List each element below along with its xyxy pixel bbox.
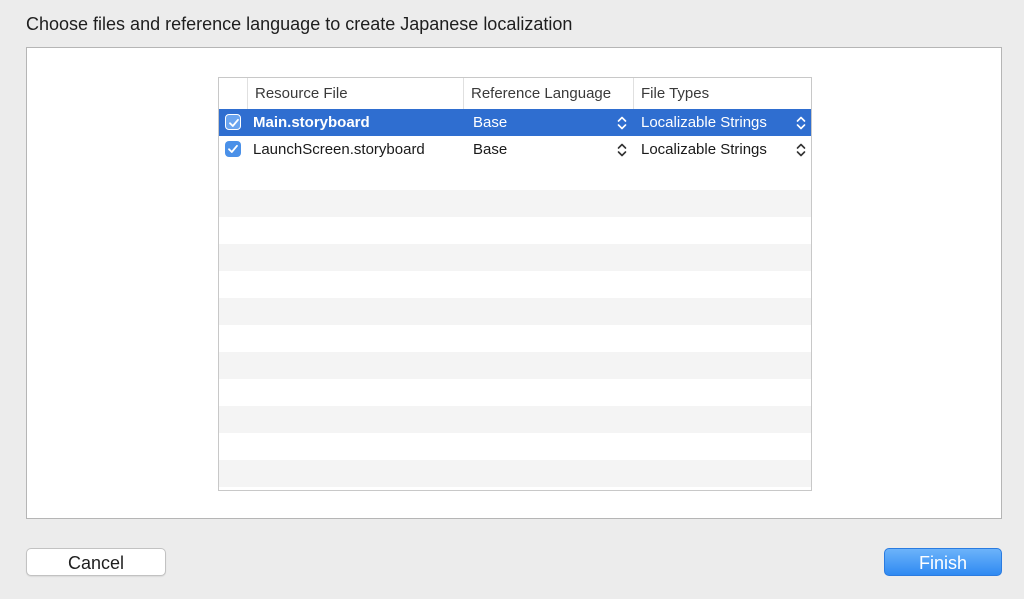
empty-row — [219, 406, 811, 433]
table-body: Main.storyboard Base Localizable Strings — [219, 109, 811, 490]
header-reference-language[interactable]: Reference Language — [463, 78, 633, 109]
empty-row — [219, 163, 811, 190]
up-down-chevron-icon[interactable] — [616, 115, 628, 131]
empty-row — [219, 379, 811, 406]
empty-row — [219, 325, 811, 352]
file-type-popup[interactable]: Localizable Strings — [641, 109, 767, 136]
reference-language-popup[interactable]: Base — [473, 109, 507, 136]
cancel-button[interactable]: Cancel — [26, 548, 166, 576]
empty-row — [219, 298, 811, 325]
file-type-popup[interactable]: Localizable Strings — [641, 136, 767, 163]
resource-file-name: Main.storyboard — [253, 114, 370, 131]
up-down-chevron-icon[interactable] — [616, 142, 628, 158]
empty-row — [219, 244, 811, 271]
checkmark-icon — [228, 144, 238, 153]
table-row[interactable]: Main.storyboard Base Localizable Strings — [219, 109, 811, 136]
include-checkbox[interactable] — [225, 114, 241, 130]
header-resource-file[interactable]: Resource File — [247, 78, 463, 109]
reference-language-popup[interactable]: Base — [473, 136, 507, 163]
up-down-chevron-icon[interactable] — [795, 142, 807, 158]
empty-row — [219, 460, 811, 487]
table-header: Resource File Reference Language File Ty… — [219, 78, 811, 110]
empty-row — [219, 271, 811, 298]
empty-row — [219, 217, 811, 244]
header-checkbox-column — [219, 78, 247, 109]
up-down-chevron-icon[interactable] — [795, 115, 807, 131]
resource-file-name: LaunchScreen.storyboard — [253, 141, 425, 158]
dialog-title: Choose files and reference language to c… — [26, 14, 573, 34]
files-panel: Resource File Reference Language File Ty… — [26, 47, 1002, 519]
empty-row — [219, 433, 811, 460]
checkmark-icon — [229, 118, 239, 127]
header-file-types[interactable]: File Types — [633, 78, 811, 109]
include-checkbox[interactable] — [225, 141, 241, 157]
empty-row — [219, 190, 811, 217]
resource-table[interactable]: Resource File Reference Language File Ty… — [218, 77, 812, 491]
empty-row — [219, 352, 811, 379]
table-row[interactable]: LaunchScreen.storyboard Base Localizable… — [219, 136, 811, 163]
empty-row — [219, 487, 811, 490]
finish-button[interactable]: Finish — [884, 548, 1002, 576]
